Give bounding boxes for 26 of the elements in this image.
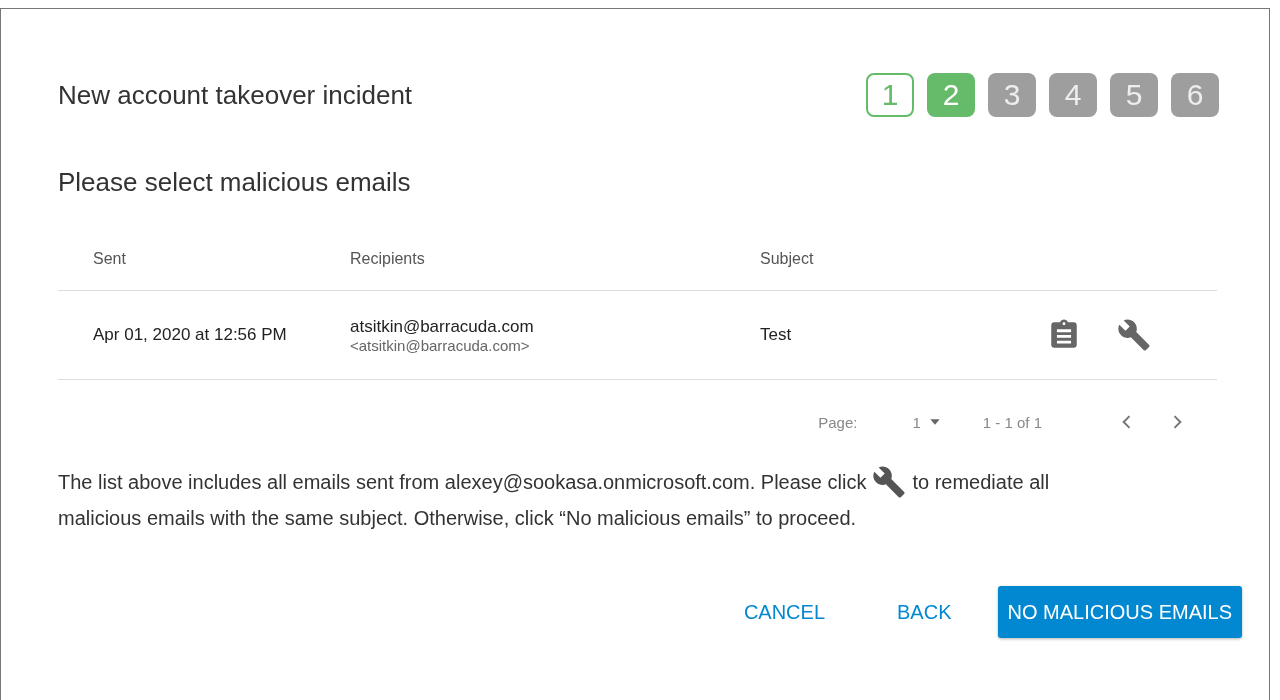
wrench-icon[interactable]: [1117, 318, 1151, 352]
page-select[interactable]: 1: [912, 413, 943, 431]
recipient-address: <atsitkin@barracuda.com>: [350, 336, 531, 354]
column-header: Subject: [760, 250, 815, 268]
column-header: Sent: [93, 250, 127, 268]
column-header: Recipients: [350, 250, 426, 268]
step-indicator: 1: [866, 73, 914, 117]
page-range: 1 - 1 of 1: [982, 413, 1042, 431]
section-heading: Please select malicious emails: [58, 167, 412, 198]
step-indicator: 3: [988, 73, 1036, 117]
table-cell-text: Apr 01, 2020 at 12:56 PM: [93, 325, 288, 345]
page-label: Page:: [818, 413, 858, 431]
recipient-name: atsitkin@barracuda.com: [350, 316, 535, 337]
dialog-title: New account takeover incident: [58, 79, 413, 111]
instruction-text: to remediate all: [912, 470, 1050, 495]
primary-button[interactable]: NO MALICIOUS EMAILS: [997, 586, 1242, 638]
step-indicator: 4: [1049, 73, 1097, 117]
text-button[interactable]: BACK: [871, 586, 978, 638]
table-cell-text: Test: [760, 325, 793, 345]
step-indicator: 6: [1171, 73, 1219, 117]
instruction-text: malicious emails with the same subject. Otherwise, click “No malicious emails” to proceed.: [58, 506, 858, 531]
text-button[interactable]: CANCEL: [717, 586, 852, 638]
wrench-icon: [872, 465, 907, 499]
instruction-text: The list above includes all emails sent from alexey@sookasa.onmicrosoft.com. Please click: [58, 470, 867, 495]
step-indicator: 5: [1110, 73, 1158, 117]
step-indicator: 2: [927, 73, 975, 117]
